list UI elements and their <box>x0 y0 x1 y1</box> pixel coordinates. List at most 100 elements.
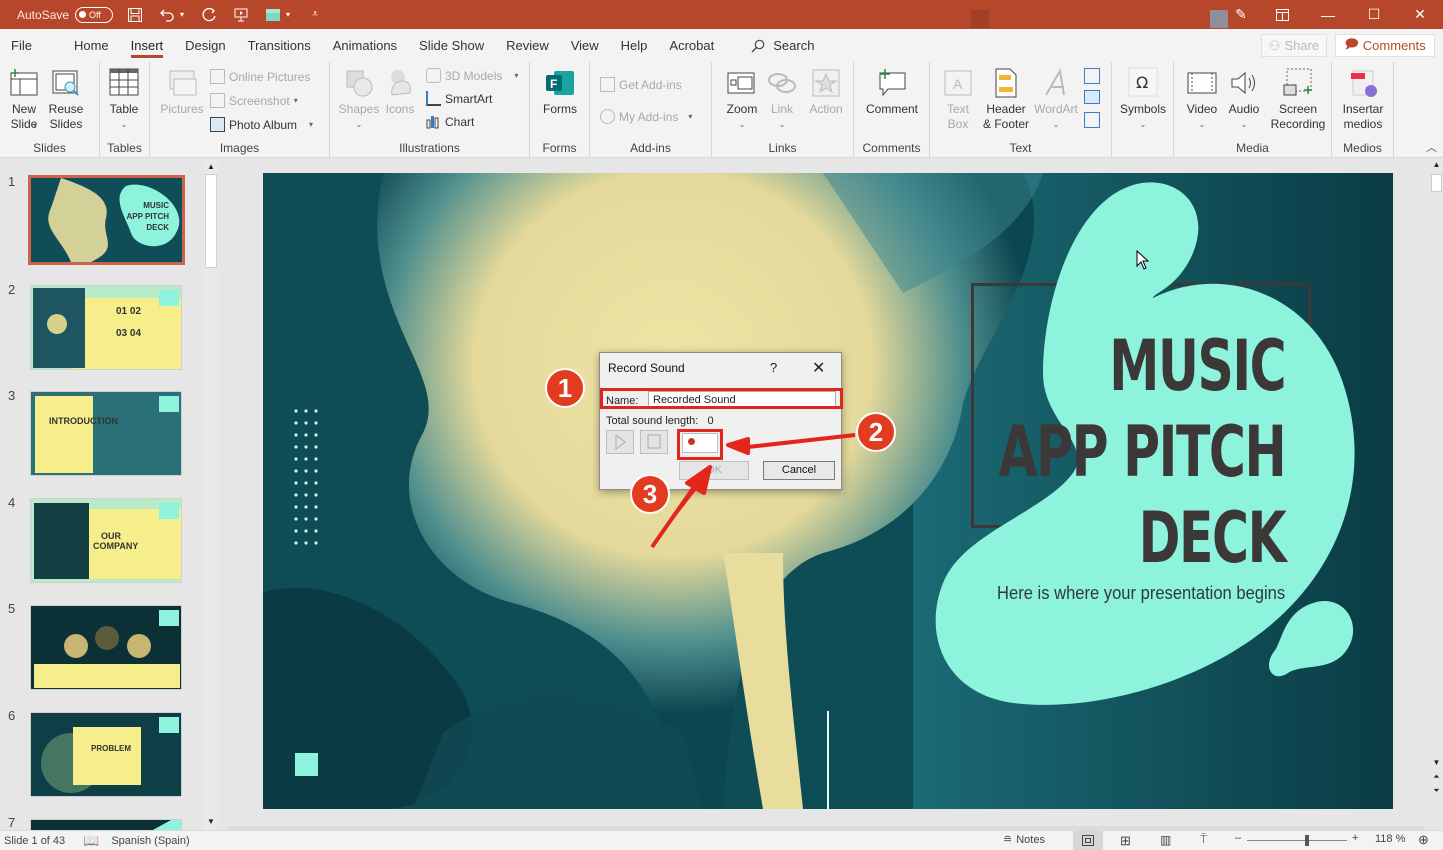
notes-button[interactable]: ≘ Notes <box>1003 833 1045 847</box>
ok-button[interactable]: OK <box>679 461 749 480</box>
ribbon-display-icon[interactable] <box>1259 0 1305 29</box>
slide-thumbnail-1[interactable]: MUSIC APP PITCH DECK <box>28 175 185 265</box>
collapse-ribbon-icon[interactable]: ︿ <box>1426 139 1437 155</box>
comment-button[interactable]: Comment <box>862 67 922 117</box>
scroll-down-icon[interactable]: ▼ <box>1430 758 1443 767</box>
zoom-button[interactable]: Zoom ⌄ <box>722 67 762 132</box>
3d-models-button[interactable]: 3D Models ▾ <box>426 68 518 83</box>
tab-transitions[interactable]: Transitions <box>237 29 322 62</box>
chart-button[interactable]: Chart <box>426 114 474 129</box>
header-footer-button[interactable]: Header & Footer <box>980 67 1032 132</box>
text-box-button[interactable]: A Text Box <box>940 67 976 132</box>
undo-icon[interactable] <box>157 5 177 25</box>
forms-button[interactable]: F Forms <box>540 67 580 117</box>
slide-canvas[interactable]: MUSIC APP PITCH DECK Here is where your … <box>263 173 1393 809</box>
maximize-icon[interactable]: ☐ <box>1351 0 1397 29</box>
symbols-button[interactable]: Ω Symbols ⌄ <box>1118 67 1168 132</box>
slide-title[interactable]: MUSIC APP PITCH DECK <box>998 323 1286 581</box>
photo-album-button[interactable]: Photo Album ▾ <box>210 117 313 132</box>
play-button[interactable] <box>606 430 634 454</box>
scroll-down-icon[interactable]: ▼ <box>204 816 218 828</box>
zoom-slider[interactable] <box>1247 835 1347 846</box>
smartart-button[interactable]: SmartArt <box>426 91 492 106</box>
date-time-icon[interactable] <box>1084 68 1100 84</box>
scroll-up-icon[interactable]: ▲ <box>1430 160 1443 172</box>
slide-thumbnail-5[interactable] <box>30 605 182 690</box>
slide-thumbnail-4[interactable]: OUR COMPANY <box>30 498 182 583</box>
tab-file[interactable]: File <box>0 29 43 62</box>
scroll-thumb[interactable] <box>205 174 217 268</box>
stop-button[interactable] <box>640 430 668 454</box>
tab-animations[interactable]: Animations <box>322 29 408 62</box>
theme-dropdown-icon[interactable]: ▾ <box>283 5 293 25</box>
pen-icon[interactable]: ✎ <box>1223 0 1259 29</box>
share-button[interactable]: ⚇ Share <box>1261 34 1327 57</box>
tab-acrobat[interactable]: Acrobat <box>658 29 725 62</box>
slide-subtitle[interactable]: Here is where your presentation begins <box>997 583 1285 604</box>
close-icon[interactable]: ✕ <box>1397 0 1443 29</box>
next-slide-icon[interactable]: ⏷ <box>1430 786 1443 796</box>
save-icon[interactable] <box>125 5 145 25</box>
normal-view-button[interactable] <box>1073 831 1103 850</box>
zoom-out-icon[interactable]: – <box>1235 832 1241 844</box>
tab-help[interactable]: Help <box>610 29 659 62</box>
undo-dropdown-icon[interactable]: ▾ <box>177 5 187 25</box>
new-slide-caret-icon[interactable]: ▾ <box>33 121 37 130</box>
new-slide-button[interactable]: New Slide <box>4 67 44 132</box>
tab-view[interactable]: View <box>560 29 610 62</box>
wordart-button[interactable]: WordArt ⌄ <box>1034 67 1078 132</box>
zoom-level[interactable]: 118 % <box>1375 833 1405 845</box>
fit-to-window-icon[interactable]: ⊕ <box>1418 832 1429 848</box>
shapes-button[interactable]: Shapes ⌄ <box>339 67 379 132</box>
slide-show-icon[interactable]: ⍑ <box>1200 832 1207 847</box>
link-button[interactable]: Link ⌄ <box>764 67 800 132</box>
thumbnail-scrollbar[interactable]: ▲ ▼ <box>204 160 218 830</box>
tab-insert[interactable]: Insert <box>120 29 175 62</box>
cancel-button[interactable]: Cancel <box>763 461 835 480</box>
action-button[interactable]: Action <box>806 67 846 117</box>
reuse-slides-button[interactable]: Reuse Slides <box>48 67 84 132</box>
object-icon[interactable] <box>1084 112 1100 128</box>
canvas-scrollbar[interactable]: ▲ ▼ ⏶ ⏷ <box>1430 158 1443 830</box>
search-box[interactable]: Search <box>751 38 814 53</box>
online-pictures-button[interactable]: Online Pictures <box>210 69 310 84</box>
slide-thumbnail-6[interactable]: PROBLEM <box>30 712 182 797</box>
video-button[interactable]: Video ⌄ <box>1182 67 1222 132</box>
slide-thumbnail-7[interactable] <box>30 819 182 830</box>
screen-recording-button[interactable]: Screen Recording <box>1268 67 1328 132</box>
table-button[interactable]: Table ⌄ <box>106 67 142 132</box>
my-addins-button[interactable]: My Add-ins ▾ <box>600 109 692 124</box>
customize-toolbar-icon[interactable]: ⩡ <box>305 5 325 25</box>
slide-sorter-icon[interactable]: ⊞ <box>1120 833 1131 849</box>
language-indicator[interactable]: Spanish (Spain) <box>111 835 189 847</box>
insertar-medios-button[interactable]: Insertar medios <box>1338 67 1388 132</box>
dialog-close-button[interactable]: ✕ <box>812 358 825 378</box>
spell-check-icon[interactable]: 📖 <box>83 833 99 849</box>
pictures-button[interactable]: Pictures <box>160 67 204 117</box>
tab-slide-show[interactable]: Slide Show <box>408 29 495 62</box>
audio-button[interactable]: Audio ⌄ <box>1224 67 1264 132</box>
help-button[interactable]: ? <box>770 360 777 375</box>
scroll-thumb[interactable] <box>1431 174 1442 192</box>
slide-thumbnail-2[interactable]: 01 02 03 04 <box>30 285 182 370</box>
tab-design[interactable]: Design <box>174 29 236 62</box>
comments-button[interactable]: 🗩 Comments <box>1335 34 1435 57</box>
present-from-start-icon[interactable] <box>231 5 251 25</box>
tab-home[interactable]: Home <box>63 29 120 62</box>
slide-number-icon[interactable] <box>1084 90 1100 104</box>
zoom-slider-thumb[interactable] <box>1305 835 1309 846</box>
redo-icon[interactable] <box>199 5 219 25</box>
slide-thumbnail-3[interactable]: INTRODUCTION <box>30 391 182 476</box>
theme-icon[interactable] <box>263 5 283 25</box>
reading-view-icon[interactable]: ▥ <box>1160 833 1171 847</box>
icons-button[interactable]: Icons <box>382 67 418 117</box>
zoom-in-icon[interactable]: + <box>1352 832 1358 844</box>
get-addins-button[interactable]: Get Add-ins <box>600 77 682 92</box>
tab-review[interactable]: Review <box>495 29 560 62</box>
screenshot-button[interactable]: Screenshot ▾ <box>210 93 298 108</box>
forms-label: Forms <box>543 102 577 116</box>
scroll-up-icon[interactable]: ▲ <box>204 160 218 174</box>
previous-slide-icon[interactable]: ⏶ <box>1430 772 1443 782</box>
minimize-icon[interactable]: — <box>1305 0 1351 29</box>
autosave-toggle[interactable]: Off <box>75 6 114 23</box>
